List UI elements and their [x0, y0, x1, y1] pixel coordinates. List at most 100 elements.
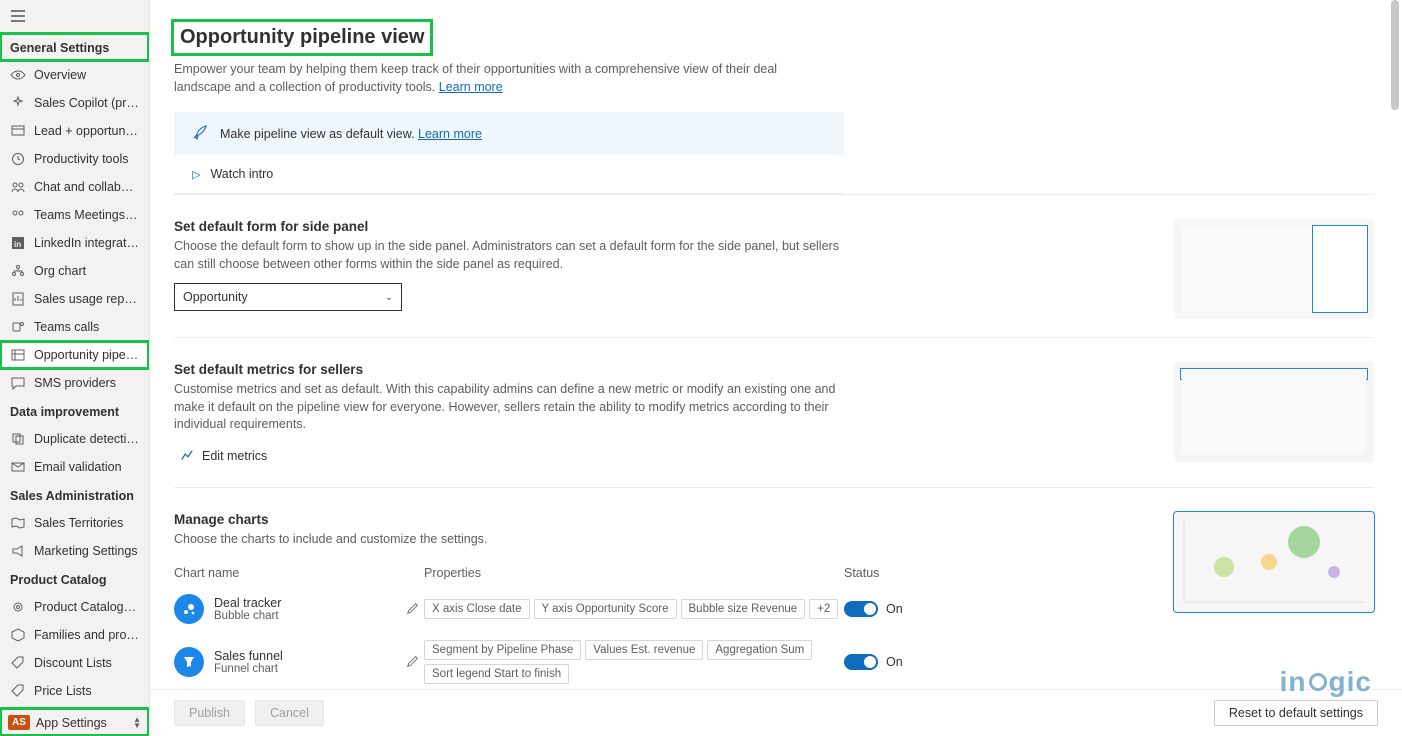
group-general-settings: General Settings [0, 33, 149, 61]
nav-sales-territories[interactable]: Sales Territories [0, 509, 149, 537]
nav-label: Price Lists [34, 684, 92, 698]
group-data-improvement: Data improvement [0, 397, 149, 425]
copy-icon [10, 431, 26, 447]
people-icon [10, 179, 26, 195]
tag-icon [10, 683, 26, 699]
section-form-title: Set default form for side panel [174, 219, 854, 234]
scrollbar-track[interactable] [1390, 0, 1400, 736]
status-toggle[interactable] [844, 601, 878, 617]
chevron-down-icon: ⌄ [385, 292, 393, 303]
sidebar: General Settings Overview Sales Copilot … [0, 0, 150, 736]
status-toggle[interactable] [844, 654, 878, 670]
org-icon [10, 263, 26, 279]
edit-chart-button[interactable] [402, 597, 424, 622]
chip: Segment by Pipeline Phase [424, 640, 581, 660]
default-form-select[interactable]: Opportunity ⌄ [174, 283, 402, 311]
cancel-button[interactable]: Cancel [255, 700, 324, 726]
gear-icon [10, 599, 26, 615]
nav-sales-copilot[interactable]: Sales Copilot (pre... [0, 89, 149, 117]
nav-price-lists[interactable]: Price Lists [0, 677, 149, 705]
teams-icon [10, 319, 26, 335]
section-form-desc: Choose the default form to show up in th… [174, 238, 854, 273]
nav-org-chart[interactable]: Org chart [0, 257, 149, 285]
nav-linkedin[interactable]: in LinkedIn integration [0, 229, 149, 257]
nav-sms-providers[interactable]: SMS providers [0, 369, 149, 397]
page-title: Opportunity pipeline view [174, 22, 430, 53]
report-icon [10, 291, 26, 307]
chart-chips: X axis Close date Y axis Opportunity Sco… [424, 599, 844, 619]
nav-label: Overview [34, 68, 86, 82]
footer-bar: Publish Cancel Reset to default settings [150, 689, 1402, 736]
nav-label: Sales Territories [34, 516, 123, 530]
chart-icon [180, 448, 194, 465]
nav-marketing-settings[interactable]: Marketing Settings [0, 537, 149, 565]
area-badge: AS [8, 715, 30, 730]
nav-label: Email validation [34, 460, 122, 474]
nav-label: Families and prod... [34, 628, 139, 642]
chip: +2 [809, 599, 838, 619]
learn-more-link[interactable]: Learn more [439, 80, 503, 94]
status-label: On [886, 655, 903, 669]
linkedin-icon: in [10, 235, 26, 251]
edit-chart-button[interactable] [402, 650, 424, 675]
chevron-updown-icon: ▲▼ [133, 717, 141, 729]
chip: Values Est. revenue [585, 640, 703, 660]
nav-label: Discount Lists [34, 656, 112, 670]
scrollbar-thumb[interactable] [1391, 0, 1399, 110]
nav-teams-calls[interactable]: Teams calls [0, 313, 149, 341]
nav-label: Lead + opportunit... [34, 124, 139, 138]
nav-chat-collab[interactable]: Chat and collabor... [0, 173, 149, 201]
nav-label: LinkedIn integration [34, 236, 139, 250]
mail-icon [10, 459, 26, 475]
nav-label: SMS providers [34, 376, 116, 390]
banner-learn-more-link[interactable]: Learn more [418, 127, 482, 141]
hamburger-icon [10, 8, 26, 24]
chart-subtype: Bubble chart [214, 610, 281, 622]
nav-productivity[interactable]: Productivity tools [0, 145, 149, 173]
page-description: Empower your team by helping them keep t… [174, 61, 834, 96]
nav-sales-usage[interactable]: Sales usage reports [0, 285, 149, 313]
chip: X axis Close date [424, 599, 530, 619]
section-charts-desc: Choose the charts to include and customi… [174, 531, 1094, 549]
sparkle-icon [10, 95, 26, 111]
pipeline-icon [10, 347, 26, 363]
main: Opportunity pipeline view Empower your t… [150, 0, 1402, 736]
section-metrics-thumbnail [1174, 362, 1374, 462]
nav-overview[interactable]: Overview [0, 61, 149, 89]
nav-teams-meetings[interactable]: Teams Meetings (... [0, 201, 149, 229]
group-product-catalog: Product Catalog [0, 565, 149, 593]
edit-metrics-button[interactable]: Edit metrics [174, 444, 273, 469]
section-metrics-desc: Customise metrics and set as default. Wi… [174, 381, 854, 434]
nav-opportunity-pipeline[interactable]: Opportunity pipeli... [0, 341, 149, 369]
nav-discount-lists[interactable]: Discount Lists [0, 649, 149, 677]
nav-label: Productivity tools [34, 152, 128, 166]
nav-label: Marketing Settings [34, 544, 138, 558]
chip: Aggregation Sum [707, 640, 812, 660]
area-switcher[interactable]: AS App Settings ▲▼ [0, 708, 149, 736]
chip: Bubble size Revenue [681, 599, 806, 619]
nav-email-validation[interactable]: Email validation [0, 453, 149, 481]
chart-row-deal-tracker: Deal tracker Bubble chart X axis Close d… [174, 586, 1094, 632]
nav-label: Teams Meetings (... [34, 208, 139, 222]
select-value: Opportunity [183, 290, 248, 304]
map-icon [10, 515, 26, 531]
nav-duplicate-detection[interactable]: Duplicate detection [0, 425, 149, 453]
nav-label: Chat and collabor... [34, 180, 139, 194]
nav-families-products[interactable]: Families and prod... [0, 621, 149, 649]
edit-metrics-label: Edit metrics [202, 449, 267, 463]
people-icon [10, 207, 26, 223]
chart-row-sales-funnel: Sales funnel Funnel chart Segment by Pip… [174, 632, 1094, 689]
nav-product-catalog-settings[interactable]: Product Catalog S... [0, 593, 149, 621]
nav-label: Opportunity pipeli... [34, 348, 139, 362]
box-icon [10, 627, 26, 643]
tag-icon [10, 655, 26, 671]
group-sales-admin: Sales Administration [0, 481, 149, 509]
hamburger-menu[interactable] [0, 0, 149, 33]
nav-lead-opportunity[interactable]: Lead + opportunit... [0, 117, 149, 145]
publish-button[interactable]: Publish [174, 700, 245, 726]
chart-subtype: Funnel chart [214, 663, 283, 675]
nav-label: Product Catalog S... [34, 600, 139, 614]
reset-button[interactable]: Reset to default settings [1214, 700, 1378, 726]
watch-intro-button[interactable]: ▷ Watch intro [174, 155, 844, 194]
chart-table-head: Chart name Properties Status [174, 560, 1094, 586]
